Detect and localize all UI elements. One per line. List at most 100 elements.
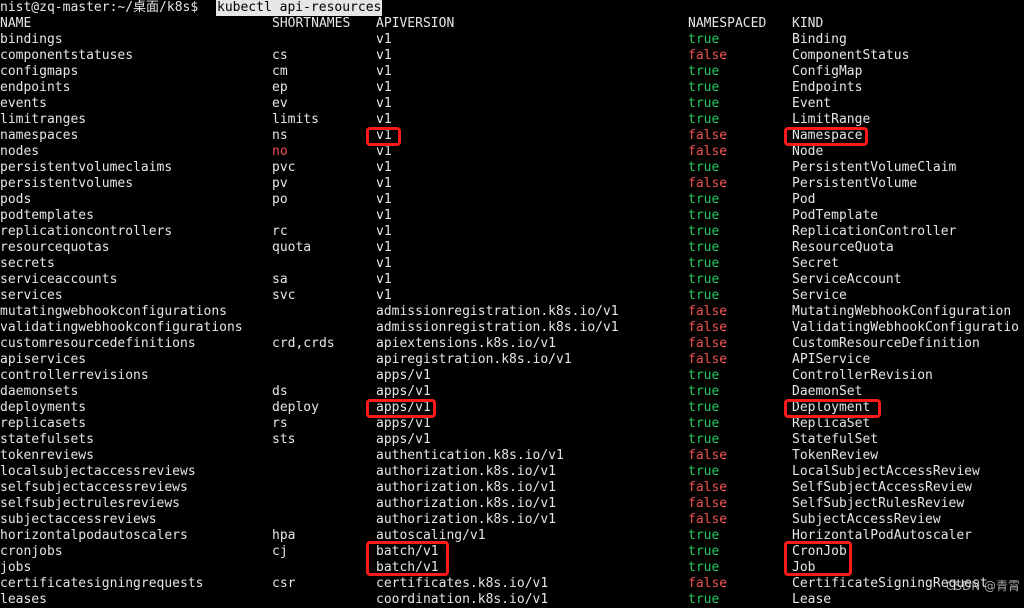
typed-command: kubectl api-resources <box>216 0 383 16</box>
resource-namespaced: true <box>688 416 720 431</box>
resource-name: events <box>0 96 47 111</box>
resource-shortnames: quota <box>272 240 312 255</box>
resource-kind: HorizontalPodAutoscaler <box>792 528 973 543</box>
resource-shortnames: ev <box>272 96 288 111</box>
resource-name: resourcequotas <box>0 240 110 255</box>
resource-kind: CronJob <box>792 544 847 559</box>
header-namespaced: NAMESPACED <box>688 16 767 31</box>
resource-apiversion: v1 <box>376 32 392 47</box>
resource-name: serviceaccounts <box>0 272 118 287</box>
resource-namespaced: false <box>688 512 728 527</box>
resource-name: controllerrevisions <box>0 368 149 383</box>
resource-apiversion: authorization.k8s.io/v1 <box>376 496 557 511</box>
resource-shortnames: deploy <box>272 400 319 415</box>
resource-name: bindings <box>0 32 63 47</box>
resource-shortnames: ep <box>272 80 288 95</box>
resource-namespaced: true <box>688 80 720 95</box>
resource-namespaced: false <box>688 144 728 159</box>
resource-kind: ReplicaSet <box>792 416 871 431</box>
resource-name: jobs <box>0 560 32 575</box>
resource-apiversion: apiextensions.k8s.io/v1 <box>376 336 557 351</box>
resource-kind: Secret <box>792 256 839 271</box>
resource-apiversion: autoscaling/v1 <box>376 528 486 543</box>
header-name: NAME <box>0 16 32 31</box>
resource-apiversion: apps/v1 <box>376 416 431 431</box>
resource-namespaced: true <box>688 384 720 399</box>
resource-namespaced: true <box>688 544 720 559</box>
resource-namespaced: true <box>688 192 720 207</box>
resource-name: namespaces <box>0 128 79 143</box>
resource-name: customresourcedefinitions <box>0 336 196 351</box>
resource-apiversion: apps/v1 <box>376 368 431 383</box>
resource-name: endpoints <box>0 80 71 95</box>
terminal-window[interactable]: nist@zq-master:~/桌面/k8s$ kubectl api-res… <box>0 0 1024 607</box>
resource-namespaced: true <box>688 64 720 79</box>
resource-shortnames: pvc <box>272 160 296 175</box>
resource-apiversion: v1 <box>376 192 392 207</box>
resource-apiversion: admissionregistration.k8s.io/v1 <box>376 320 619 335</box>
resource-name: selfsubjectaccessreviews <box>0 480 188 495</box>
resource-kind: LimitRange <box>792 112 871 127</box>
resource-kind: Event <box>792 96 832 111</box>
resource-kind: Namespace <box>792 128 863 143</box>
resource-apiversion: admissionregistration.k8s.io/v1 <box>376 304 619 319</box>
header-apiversion: APIVERSION <box>376 16 455 31</box>
watermark: CSDN @青霄 <box>945 579 1020 593</box>
resource-apiversion: v1 <box>376 144 392 159</box>
resource-apiversion: authentication.k8s.io/v1 <box>376 448 564 463</box>
resource-name: validatingwebhookconfigurations <box>0 320 243 335</box>
resource-apiversion: v1 <box>376 128 392 143</box>
resource-namespaced: true <box>688 464 720 479</box>
resource-name: leases <box>0 592 47 607</box>
resource-shortnames: sts <box>272 432 296 447</box>
resource-name: persistentvolumes <box>0 176 134 191</box>
resource-namespaced: false <box>688 576 728 591</box>
resource-kind: MutatingWebhookConfiguration <box>792 304 1012 319</box>
resource-namespaced: true <box>688 528 720 543</box>
resource-apiversion: batch/v1 <box>376 560 439 575</box>
header-kind: KIND <box>792 16 824 31</box>
resource-namespaced: true <box>688 32 720 47</box>
resource-namespaced: false <box>688 480 728 495</box>
resource-name: tokenreviews <box>0 448 94 463</box>
resource-kind: ConfigMap <box>792 64 863 79</box>
resource-kind: DaemonSet <box>792 384 863 399</box>
resource-apiversion: apps/v1 <box>376 432 431 447</box>
resource-apiversion: apps/v1 <box>376 400 431 415</box>
resource-name: subjectaccessreviews <box>0 512 157 527</box>
resource-name: certificatesigningrequests <box>0 576 204 591</box>
resource-apiversion: v1 <box>376 240 392 255</box>
resource-kind: Pod <box>792 192 816 207</box>
resource-name: selfsubjectrulesreviews <box>0 496 181 511</box>
resource-name: services <box>0 288 63 303</box>
resource-kind: LocalSubjectAccessReview <box>792 464 980 479</box>
resource-kind: Service <box>792 288 847 303</box>
resource-namespaced: true <box>688 272 720 287</box>
resource-namespaced: true <box>688 288 720 303</box>
resource-kind: PersistentVolume <box>792 176 918 191</box>
resource-shortnames: pv <box>272 176 288 191</box>
resource-kind: SubjectAccessReview <box>792 512 941 527</box>
resource-apiversion: v1 <box>376 96 392 111</box>
resource-kind: TokenReview <box>792 448 879 463</box>
resource-apiversion: certificates.k8s.io/v1 <box>376 576 549 591</box>
resource-shortnames: rs <box>272 416 288 431</box>
resource-kind: APIService <box>792 352 871 367</box>
resource-namespaced: true <box>688 560 720 575</box>
resource-apiversion: apps/v1 <box>376 384 431 399</box>
resource-name: podtemplates <box>0 208 94 223</box>
resource-namespaced: true <box>688 224 720 239</box>
resource-namespaced: true <box>688 160 720 175</box>
resource-apiversion: v1 <box>376 224 392 239</box>
resource-apiversion: authorization.k8s.io/v1 <box>376 512 557 527</box>
resource-name: persistentvolumeclaims <box>0 160 173 175</box>
resource-namespaced: true <box>688 208 720 223</box>
resource-shortnames: hpa <box>272 528 296 543</box>
resource-kind: Job <box>792 560 816 575</box>
resource-name: mutatingwebhookconfigurations <box>0 304 227 319</box>
resource-shortnames: ds <box>272 384 288 399</box>
resource-namespaced: true <box>688 112 720 127</box>
resource-kind: ResourceQuota <box>792 240 894 255</box>
resource-shortnames: csr <box>272 576 296 591</box>
resource-name: configmaps <box>0 64 79 79</box>
